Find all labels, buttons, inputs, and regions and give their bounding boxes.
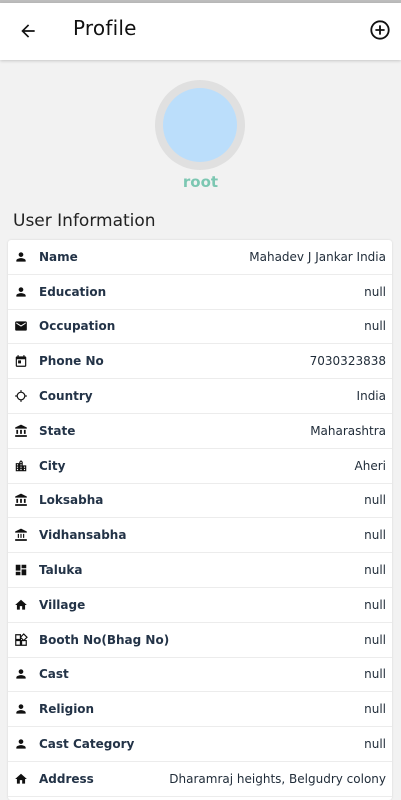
row-label: Taluka [39, 563, 83, 578]
bank-outline-icon [14, 528, 28, 542]
row-label: Religion [39, 702, 95, 717]
info-row-vidhansabha: Vidhansabha null [8, 518, 392, 554]
section-title: User Information [13, 211, 156, 231]
row-label: Vidhansabha [39, 528, 127, 543]
back-button[interactable] [14, 17, 42, 45]
bank-icon [14, 424, 28, 438]
row-value: null [364, 528, 386, 543]
row-value: 7030323838 [309, 354, 386, 369]
add-button[interactable] [369, 19, 391, 41]
home-icon [14, 598, 28, 612]
info-row-country: Country India [8, 379, 392, 414]
row-value: null [364, 284, 386, 299]
row-value: null [364, 667, 386, 682]
info-row-cast: Cast null [8, 658, 392, 693]
gps-icon [14, 389, 28, 403]
row-value: India [356, 389, 386, 404]
row-label: Occupation [39, 319, 116, 334]
info-row-state: State Maharashtra [8, 414, 392, 449]
city-icon [14, 459, 28, 473]
row-label: Loksabha [39, 493, 104, 508]
row-label: Address [39, 771, 94, 786]
info-row-address: Address Dharamraj heights, Belgudry colon… [8, 762, 392, 797]
calendar-icon [14, 354, 28, 368]
person-icon [14, 667, 28, 681]
row-label: Education [39, 284, 107, 299]
person-icon [14, 702, 28, 716]
row-value: Maharashtra [310, 423, 386, 438]
page-title: Profile [73, 16, 137, 40]
row-value: null [364, 319, 386, 334]
info-row-village: Village null [8, 588, 392, 623]
user-info-card: Name Mahadev J Jankar India Education null O… [8, 240, 392, 800]
person-icon [14, 285, 28, 299]
info-row-taluka: Taluka null [8, 553, 392, 588]
row-value: null [364, 597, 386, 612]
row-label: Name [39, 249, 78, 264]
info-row-phone-no: Phone No 7030323838 [8, 344, 392, 380]
info-row-city: City Aheri [8, 449, 392, 484]
info-row-booth-no-bhag-no: Booth No(Bhag No) null [8, 623, 392, 658]
person-icon [14, 737, 28, 751]
username: root [182, 173, 219, 191]
dashboard-icon [14, 563, 28, 577]
bank-icon [14, 493, 28, 507]
app-bar: Profile [0, 3, 401, 60]
row-value: null [364, 632, 386, 647]
row-label: Country [39, 389, 93, 404]
avatar[interactable] [155, 80, 245, 170]
row-value: Mahadev J Jankar India [249, 249, 386, 264]
row-label: Cast [39, 667, 69, 682]
mail-icon [14, 319, 28, 333]
row-value: Aheri [354, 458, 386, 473]
widgets-icon [14, 632, 28, 647]
info-row-name: Name Mahadev J Jankar India [8, 240, 392, 275]
person-icon [14, 250, 28, 264]
row-label: Booth No(Bhag No) [39, 632, 170, 647]
row-label: Phone No [39, 354, 104, 369]
row-label: Cast Category [39, 737, 135, 752]
row-label: Village [39, 597, 86, 612]
add-circle-icon [370, 20, 390, 40]
row-value: null [364, 493, 386, 508]
row-label: City [39, 458, 66, 473]
info-row-education: Education null [8, 275, 392, 310]
row-value: null [364, 737, 386, 752]
info-row-occupation: Occupation null [8, 310, 392, 345]
row-value: null [364, 563, 386, 578]
row-value: Dharamraj heights, Belgudry colony [169, 771, 386, 786]
info-row-religion: Religion null [8, 692, 392, 728]
info-row-loksabha: Loksabha null [8, 484, 392, 519]
arrow-left-icon [21, 24, 35, 38]
row-label: State [39, 423, 76, 438]
avatar-image [163, 88, 237, 162]
row-value: null [364, 702, 386, 717]
info-row-cast-category: Cast Category null [8, 727, 392, 762]
home-icon [14, 772, 28, 786]
